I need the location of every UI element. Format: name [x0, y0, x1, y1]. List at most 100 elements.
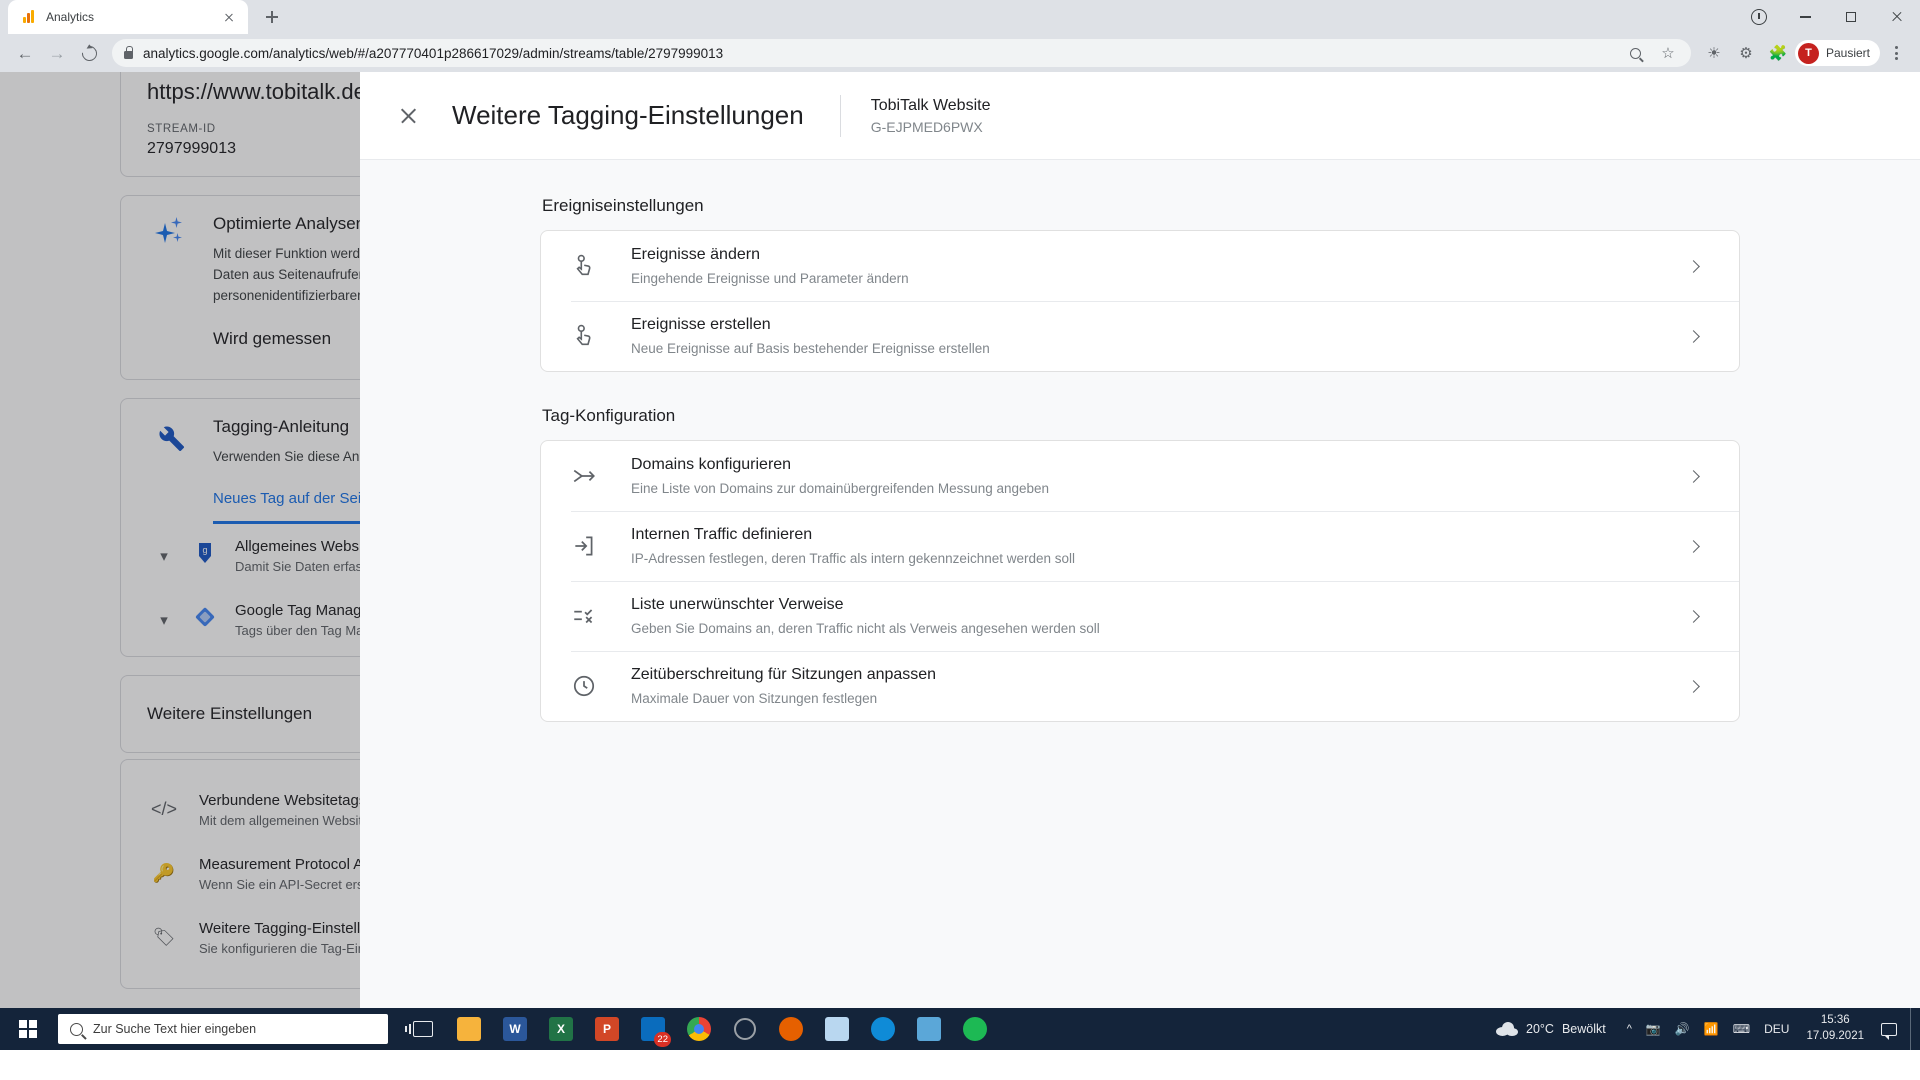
- taskbar-apps: W X P 22: [402, 1008, 996, 1050]
- touch-app-icon: [571, 253, 631, 279]
- extensions-puzzle-icon[interactable]: 🧩: [1763, 38, 1793, 68]
- option-title: Ereignisse ändern: [631, 245, 760, 263]
- close-modal-button[interactable]: [386, 94, 430, 138]
- modal-body: Ereigniseinstellungen Ereignisse ändern …: [360, 160, 1920, 1008]
- chevron-right-icon[interactable]: [1673, 329, 1713, 343]
- chevron-right-icon[interactable]: [1673, 469, 1713, 483]
- minimize-button[interactable]: [1782, 0, 1828, 34]
- taskbar-app-photos[interactable]: [908, 1008, 950, 1050]
- section-card-events: Ereignisse ändern Eingehende Ereignisse …: [540, 230, 1740, 372]
- option-session-timeout[interactable]: Zeitüberschreitung für Sitzungen anpasse…: [541, 651, 1739, 721]
- forward-button[interactable]: →: [42, 38, 72, 68]
- list-check-cross-icon: [571, 603, 631, 629]
- option-sub: Geben Sie Domains an, deren Traffic nich…: [631, 620, 1100, 636]
- section-label-tag-config: Tag-Konfiguration: [542, 406, 676, 425]
- taskbar-app-powerpoint[interactable]: P: [586, 1008, 628, 1050]
- taskbar-app-paint[interactable]: [816, 1008, 858, 1050]
- chevron-right-icon[interactable]: [1673, 609, 1713, 623]
- volume-icon[interactable]: 🔊: [1668, 1008, 1697, 1050]
- taskbar-app-excel[interactable]: X: [540, 1008, 582, 1050]
- option-define-internal-traffic[interactable]: Internen Traffic definieren IP-Adressen …: [541, 511, 1739, 581]
- show-desktop-button[interactable]: [1910, 1008, 1914, 1050]
- taskbar-app-firefox[interactable]: [770, 1008, 812, 1050]
- tab-strip: Analytics: [0, 0, 1920, 34]
- taskbar-app-file-explorer[interactable]: [448, 1008, 490, 1050]
- stream-info: TobiTalk Website G-EJPMED6PWX: [871, 97, 991, 135]
- profile-avatar-icon[interactable]: ☀: [1699, 38, 1729, 68]
- option-title: Ereignisse erstellen: [631, 315, 771, 333]
- task-view-button[interactable]: [402, 1008, 444, 1050]
- taskbar-app-word[interactable]: W: [494, 1008, 536, 1050]
- close-window-button[interactable]: [1874, 0, 1920, 34]
- cloud-icon: [1496, 1022, 1519, 1036]
- search-placeholder: Zur Suche Text hier eingeben: [93, 1022, 257, 1036]
- close-icon: [399, 106, 418, 125]
- start-button[interactable]: [0, 1008, 56, 1050]
- taskbar-app-chrome[interactable]: [678, 1008, 720, 1050]
- browser-chrome: Analytics ← → analytics.google.com/analy…: [0, 0, 1920, 72]
- option-sub: Eine Liste von Domains zur domainübergre…: [631, 480, 1050, 496]
- address-bar[interactable]: analytics.google.com/analytics/web/#/a20…: [112, 39, 1691, 67]
- taskbar-app-edge[interactable]: [862, 1008, 904, 1050]
- taskbar-search-input[interactable]: Zur Suche Text hier eingeben: [58, 1014, 388, 1044]
- close-tab-icon[interactable]: [220, 8, 238, 26]
- option-sub: Maximale Dauer von Sitzungen festlegen: [631, 690, 878, 706]
- taskbar-app-spotify[interactable]: [954, 1008, 996, 1050]
- taskbar-app-mail[interactable]: 22: [632, 1008, 674, 1050]
- browser-toolbar: ← → analytics.google.com/analytics/web/#…: [0, 34, 1920, 72]
- maximize-button[interactable]: [1828, 0, 1874, 34]
- word-label: W: [503, 1017, 527, 1041]
- tab-title: Analytics: [46, 10, 95, 24]
- option-sub: Eingehende Ereignisse und Parameter ände…: [631, 270, 909, 286]
- mail-badge-count: 22: [654, 1032, 671, 1047]
- windows-taskbar: Zur Suche Text hier eingeben W X P 22 20…: [0, 1008, 1920, 1050]
- touch-app-icon: [571, 323, 631, 349]
- back-button[interactable]: ←: [10, 38, 40, 68]
- excel-label: X: [549, 1017, 573, 1041]
- login-arrow-icon: [571, 533, 631, 559]
- weather-widget[interactable]: 20°C Bewölkt: [1484, 1022, 1620, 1036]
- option-modify-events[interactable]: Ereignisse ändern Eingehende Ereignisse …: [541, 231, 1739, 301]
- option-sub: IP-Adressen festlegen, deren Traffic als…: [631, 550, 1076, 566]
- tagging-settings-modal: Weitere Tagging-Einstellungen TobiTalk W…: [360, 72, 1920, 1008]
- analytics-bars-icon: [21, 9, 37, 25]
- clock[interactable]: 15:36 17.09.2021: [1796, 1013, 1874, 1044]
- camera-icon[interactable]: 📷: [1639, 1008, 1668, 1050]
- sync-icon[interactable]: ⚙: [1731, 38, 1761, 68]
- profile-status-label: Pausiert: [1825, 46, 1870, 60]
- new-tab-button[interactable]: [258, 3, 286, 31]
- browser-menu-icon[interactable]: [1882, 46, 1910, 60]
- lock-icon: [124, 46, 133, 59]
- window-controls: [1736, 0, 1920, 34]
- wifi-icon[interactable]: 📶: [1697, 1008, 1726, 1050]
- language-indicator[interactable]: DEU: [1757, 1008, 1796, 1050]
- taskbar-app-browser-alt[interactable]: [724, 1008, 766, 1050]
- notification-icon[interactable]: [1874, 1008, 1904, 1050]
- browser-tab-analytics[interactable]: Analytics: [8, 0, 248, 34]
- chevron-right-icon[interactable]: [1673, 259, 1713, 273]
- chevron-right-icon[interactable]: [1673, 679, 1713, 693]
- option-title: Liste unerwünschter Verweise: [631, 595, 844, 613]
- keyboard-icon[interactable]: ⌨: [1726, 1008, 1757, 1050]
- avatar: T: [1797, 42, 1819, 64]
- measurement-id: G-EJPMED6PWX: [870, 118, 983, 135]
- option-unwanted-referrals[interactable]: Liste unerwünschter Verweise Geben Sie D…: [541, 581, 1739, 651]
- header-divider: [839, 94, 841, 137]
- system-tray: 20°C Bewölkt ^ 📷 🔊 📶 ⌨ DEU 15:36 17.09.2…: [1484, 1008, 1920, 1050]
- chevron-right-icon[interactable]: [1673, 539, 1713, 553]
- search-icon: [70, 1022, 83, 1036]
- weather-condition: Bewölkt: [1561, 1022, 1606, 1036]
- zoom-icon[interactable]: [1625, 42, 1647, 64]
- bookmark-star-icon[interactable]: ☆: [1657, 42, 1679, 64]
- option-title: Domains konfigurieren: [631, 455, 792, 473]
- temperature: 20°C: [1526, 1022, 1554, 1036]
- show-hidden-icons-button[interactable]: ^: [1620, 1008, 1639, 1050]
- profile-chip[interactable]: T Pausiert: [1794, 40, 1880, 66]
- option-create-events[interactable]: Ereignisse erstellen Neue Ereignisse auf…: [541, 301, 1739, 371]
- reload-button[interactable]: [74, 38, 104, 68]
- clock-date: 17.09.2021: [1806, 1030, 1864, 1042]
- powerpoint-label: P: [595, 1017, 619, 1041]
- extension-circle-icon[interactable]: [1736, 0, 1782, 34]
- page-viewport: https://www.tobitalk.de STREAM-ID 279799…: [0, 72, 1920, 1008]
- option-configure-domains[interactable]: Domains konfigurieren Eine Liste von Dom…: [541, 441, 1739, 511]
